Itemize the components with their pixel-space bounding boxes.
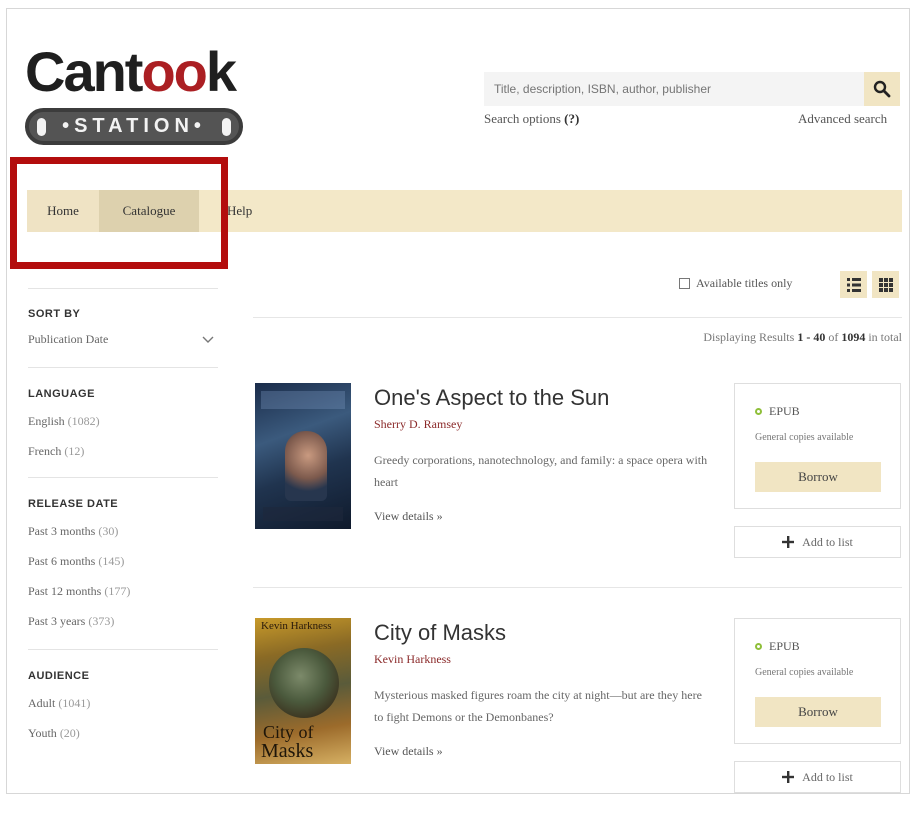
cover-author-band <box>263 507 343 521</box>
sidebar-divider <box>28 477 218 478</box>
book-cover[interactable]: Kevin Harkness City of Masks <box>255 618 351 764</box>
borrow-button[interactable]: Borrow <box>755 697 881 727</box>
available-only-checkbox[interactable] <box>679 278 690 289</box>
results-divider <box>253 317 902 318</box>
view-details-link[interactable]: View details » <box>374 744 443 759</box>
book-author[interactable]: Kevin Harkness <box>374 652 451 667</box>
logo-station-badge: •STATION• <box>25 108 243 145</box>
filter-item-past-3-years[interactable]: Past 3 years (373) <box>28 614 218 629</box>
result-divider <box>253 587 902 588</box>
plus-icon <box>782 536 795 548</box>
audience-heading: AUDIENCE <box>28 670 90 682</box>
cover-mask-art <box>269 648 339 718</box>
chevron-down-icon <box>202 336 214 343</box>
available-only-toggle[interactable]: Available titles only <box>679 276 792 291</box>
search-input[interactable] <box>484 72 864 106</box>
format-label: EPUB <box>755 404 800 419</box>
available-dot-icon <box>755 643 762 650</box>
filter-item-past-3-months[interactable]: Past 3 months (30) <box>28 524 218 539</box>
book-description: Mysterious masked figures roam the city … <box>374 688 702 724</box>
book-result: One's Aspect to the Sun Sherry D. Ramsey… <box>253 383 902 583</box>
advanced-search-link[interactable]: Advanced search <box>798 111 887 127</box>
add-to-list-button[interactable]: Add to list <box>734 526 901 558</box>
sort-by-heading: SORT BY <box>28 308 81 320</box>
grid-view-button[interactable] <box>872 271 899 298</box>
sidebar-divider <box>28 649 218 650</box>
cover-title-band <box>261 391 345 409</box>
book-title[interactable]: One's Aspect to the Sun <box>374 385 609 411</box>
language-heading: LANGUAGE <box>28 388 95 400</box>
cantook-station-logo[interactable]: Cantook •STATION• <box>25 40 243 145</box>
grid-view-icon <box>878 277 893 292</box>
available-dot-icon <box>755 408 762 415</box>
sidebar-divider <box>28 367 218 368</box>
book-author[interactable]: Sherry D. Ramsey <box>374 417 462 432</box>
book-description: Greedy corporations, nanotechnology, and… <box>374 453 708 489</box>
copies-status: General copies available <box>755 667 854 678</box>
filter-item-past-12-months[interactable]: Past 12 months (177) <box>28 584 218 599</box>
cover-author-text: Kevin Harkness <box>261 620 332 632</box>
filter-sidebar: SORT BY Publication Date LANGUAGE Englis… <box>28 288 218 741</box>
book-cover[interactable] <box>255 383 351 529</box>
add-to-list-button[interactable]: Add to list <box>734 761 901 793</box>
plus-icon <box>782 771 795 783</box>
search-button[interactable] <box>864 72 900 106</box>
search-options-help[interactable]: (?) <box>564 111 579 126</box>
filter-item-french[interactable]: French (12) <box>28 444 218 459</box>
filter-item-english[interactable]: English (1082) <box>28 414 218 429</box>
book-title[interactable]: City of Masks <box>374 620 506 646</box>
availability-card: EPUB General copies available Borrow <box>734 383 901 509</box>
list-view-button[interactable] <box>840 271 867 298</box>
highlight-box <box>10 157 228 269</box>
sidebar-divider <box>28 288 218 289</box>
search-icon <box>873 80 891 98</box>
copies-status: General copies available <box>755 432 854 443</box>
search-options-link[interactable]: Search options (?) <box>484 111 579 127</box>
cover-figure <box>285 431 327 501</box>
filter-item-youth[interactable]: Youth (20) <box>28 726 218 741</box>
release-date-heading: RELEASE DATE <box>28 498 119 510</box>
format-label: EPUB <box>755 639 800 654</box>
book-result: Kevin Harkness City of Masks City of Mas… <box>253 618 902 818</box>
cover-title-text-2: Masks <box>261 740 314 762</box>
search-field[interactable] <box>484 72 864 106</box>
filter-item-past-6-months[interactable]: Past 6 months (145) <box>28 554 218 569</box>
list-view-icon <box>846 277 861 292</box>
borrow-button[interactable]: Borrow <box>755 462 881 492</box>
available-only-label: Available titles only <box>696 276 793 290</box>
view-details-link[interactable]: View details » <box>374 509 443 524</box>
sort-by-select[interactable]: Publication Date <box>28 332 218 347</box>
logo-station-text: •STATION• <box>62 115 206 137</box>
filter-item-adult[interactable]: Adult (1041) <box>28 696 218 711</box>
results-count: Displaying Results 1 - 40 of 1094 in tot… <box>703 330 902 344</box>
logo-wordmark: Cantook <box>25 40 237 103</box>
sort-by-value: Publication Date <box>28 332 109 346</box>
availability-card: EPUB General copies available Borrow <box>734 618 901 744</box>
